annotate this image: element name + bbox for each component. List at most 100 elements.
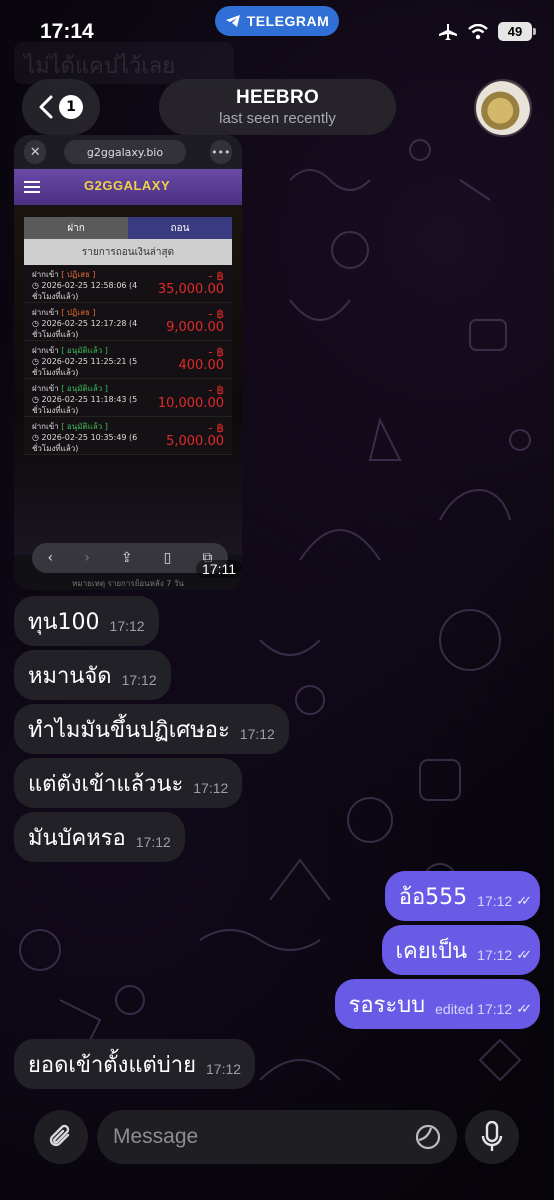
transaction-type: ฝากเข้า — [32, 384, 59, 393]
message-composer — [97, 1110, 457, 1164]
back-button[interactable]: 1 — [22, 79, 100, 135]
unread-count-badge: 1 — [59, 95, 83, 119]
clock: 17:14 — [40, 20, 94, 43]
transaction-type: ฝากเข้า — [32, 422, 59, 431]
transaction-datetime: 2026-02-25 11:18:43 — [41, 395, 127, 404]
currency-prefix: - ฿ — [208, 383, 224, 397]
more-icon: ••• — [209, 140, 232, 164]
read-checkmarks-icon: ✓✓ — [516, 947, 532, 963]
transaction-status: [ อนุมัติแล้ว ] — [61, 422, 108, 431]
message-text: เคยเป็น — [395, 938, 468, 964]
transaction-datetime: 2026-02-25 10:35:49 — [41, 433, 127, 442]
transaction-datetime: 2026-02-25 12:58:06 — [41, 281, 127, 290]
incoming-message[interactable]: ทำไมมันขึ้นปฏิเศษอะ 17:12 — [14, 704, 289, 754]
outgoing-message[interactable]: อ้อ555 17:12 ✓✓ — [384, 871, 540, 921]
wifi-icon — [468, 23, 488, 39]
message-text: หมานจัด — [28, 663, 112, 689]
transaction-amount-block: - ฿ 10,000.00 — [158, 383, 224, 416]
tab-withdraw: ถอน — [128, 217, 232, 239]
transaction-amount-block: - ฿ 9,000.00 — [166, 307, 224, 340]
read-checkmarks-icon: ✓✓ — [516, 893, 532, 909]
screenshot-image-message[interactable]: ✕ g2ggalaxy.bio ••• G2GGALAXY ฝาก ถอน รา… — [14, 135, 242, 590]
telegram-plane-icon — [225, 15, 240, 27]
incoming-message[interactable]: ยอดเข้าตั้งแต่บ่าย 17:12 — [14, 1039, 256, 1089]
transaction-datetime: 2026-02-25 11:25:21 — [41, 357, 127, 366]
message-time: 17:11 — [196, 560, 242, 578]
close-icon: ✕ — [24, 140, 47, 164]
status-bar: 17:14 TELEGRAM 49 — [0, 0, 554, 64]
share-icon: ⇪ — [120, 550, 133, 566]
transaction-row: ฝากเข้า [ ปฏิเสธ ] ◷ 2026-02-25 12:58:06 … — [24, 265, 232, 303]
avatar[interactable] — [474, 79, 532, 137]
site-logo: G2GGALAXY — [84, 178, 171, 193]
telegram-pill-label: TELEGRAM — [246, 13, 330, 29]
battery-icon: 49 — [498, 22, 536, 41]
read-checkmarks-icon: ✓✓ — [516, 1001, 532, 1017]
message-text: ยอดเข้าตั้งแต่บ่าย — [28, 1052, 197, 1078]
message-time: 17:12 — [135, 834, 171, 850]
transaction-amount: 9,000.00 — [166, 320, 224, 335]
bookmark-icon: ▯ — [163, 550, 172, 566]
browser-forward-icon: › — [84, 550, 90, 566]
transaction-status: [ ปฏิเสธ ] — [61, 270, 96, 279]
microphone-button[interactable] — [465, 1110, 519, 1164]
message-text: มันบัคหรอ — [28, 825, 126, 851]
message-time: edited 17:12 — [435, 1001, 513, 1017]
message-time: 17:12 — [239, 726, 275, 742]
site-tabs: ฝาก ถอน — [24, 217, 232, 239]
currency-prefix: - ฿ — [208, 307, 224, 321]
paperclip-icon — [49, 1124, 70, 1147]
transaction-info: ฝากเข้า [ ปฏิเสธ ] ◷ 2026-02-25 12:17:28 … — [32, 308, 138, 339]
sticker-icon[interactable] — [415, 1124, 441, 1150]
transaction-row: ฝากเข้า [ อนุมัติแล้ว ] ◷ 2026-02-25 11:1… — [24, 379, 232, 417]
transaction-amount: 400.00 — [178, 358, 225, 373]
outgoing-message[interactable]: เคยเป็น 17:12 ✓✓ — [381, 925, 540, 975]
battery-level: 49 — [507, 24, 523, 39]
outgoing-message[interactable]: รอระบบ edited 17:12 ✓✓ — [334, 979, 540, 1029]
transaction-type: ฝากเข้า — [32, 346, 59, 355]
chat-title[interactable]: HEEBRO last seen recently — [159, 79, 396, 135]
transaction-amount-block: - ฿ 400.00 — [179, 345, 225, 378]
chevron-left-icon — [39, 95, 53, 119]
tab-deposit: ฝาก — [24, 217, 128, 239]
transaction-amount: 5,000.00 — [166, 434, 224, 449]
browser-back-icon: ‹ — [47, 550, 54, 566]
incoming-message[interactable]: หมานจัด 17:12 — [14, 650, 171, 700]
incoming-message[interactable]: ทุน100 17:12 — [14, 596, 159, 646]
transaction-amount: 10,000.00 — [157, 396, 224, 411]
telegram-app-pill[interactable]: TELEGRAM — [215, 6, 339, 36]
incoming-message[interactable]: มันบัคหรอ 17:12 — [14, 812, 185, 862]
message-time: 17:12 — [109, 618, 145, 634]
transaction-status: [ อนุมัติแล้ว ] — [61, 346, 108, 355]
airplane-icon — [439, 23, 457, 40]
contact-name: HEEBRO — [235, 87, 320, 108]
message-text: ทุน100 — [28, 609, 100, 635]
attach-button[interactable] — [34, 1110, 88, 1164]
message-time: 17:12 — [477, 893, 513, 909]
message-input[interactable] — [113, 1125, 415, 1149]
message-text: รอระบบ — [348, 992, 426, 1018]
transaction-info: ฝากเข้า [ อนุมัติแล้ว ] ◷ 2026-02-25 11:1… — [32, 384, 138, 415]
site-body: ฝาก ถอน รายการถอนเงินล่าสุด ฝากเข้า [ ปฏ… — [14, 205, 242, 588]
site-header: G2GGALAXY — [14, 169, 242, 205]
transaction-status: [ อนุมัติแล้ว ] — [61, 384, 108, 393]
currency-prefix: - ฿ — [208, 421, 224, 435]
message-text: ทำไมมันขึ้นปฏิเศษอะ — [28, 717, 230, 743]
message-time: 17:12 — [477, 947, 513, 963]
transaction-row: ฝากเข้า [ ปฏิเสธ ] ◷ 2026-02-25 12:17:28 … — [24, 303, 232, 341]
site-note: หมายเหตุ รายการย้อนหลัง 7 วัน — [72, 579, 184, 588]
message-text: แต่ตังเข้าแล้วนะ — [28, 771, 184, 797]
incoming-message[interactable]: แต่ตังเข้าแล้วนะ 17:12 — [14, 758, 243, 808]
transaction-row: ฝากเข้า [ อนุมัติแล้ว ] ◷ 2026-02-25 10:3… — [24, 417, 232, 455]
microphone-icon — [481, 1121, 503, 1151]
transaction-type: ฝากเข้า — [32, 308, 59, 317]
transaction-status: [ ปฏิเสธ ] — [61, 308, 96, 317]
transaction-row: ฝากเข้า [ อนุมัติแล้ว ] ◷ 2026-02-25 11:2… — [24, 341, 232, 379]
transaction-amount-block: - ฿ 5,000.00 — [166, 421, 224, 454]
transaction-type: ฝากเข้า — [32, 270, 59, 279]
currency-prefix: - ฿ — [208, 345, 224, 359]
transaction-list-title: รายการถอนเงินล่าสุด — [24, 239, 232, 265]
transaction-info: ฝากเข้า [ อนุมัติแล้ว ] ◷ 2026-02-25 11:2… — [32, 346, 138, 377]
transaction-amount-block: - ฿ 35,000.00 — [158, 269, 224, 302]
message-time: 17:12 — [193, 780, 229, 796]
